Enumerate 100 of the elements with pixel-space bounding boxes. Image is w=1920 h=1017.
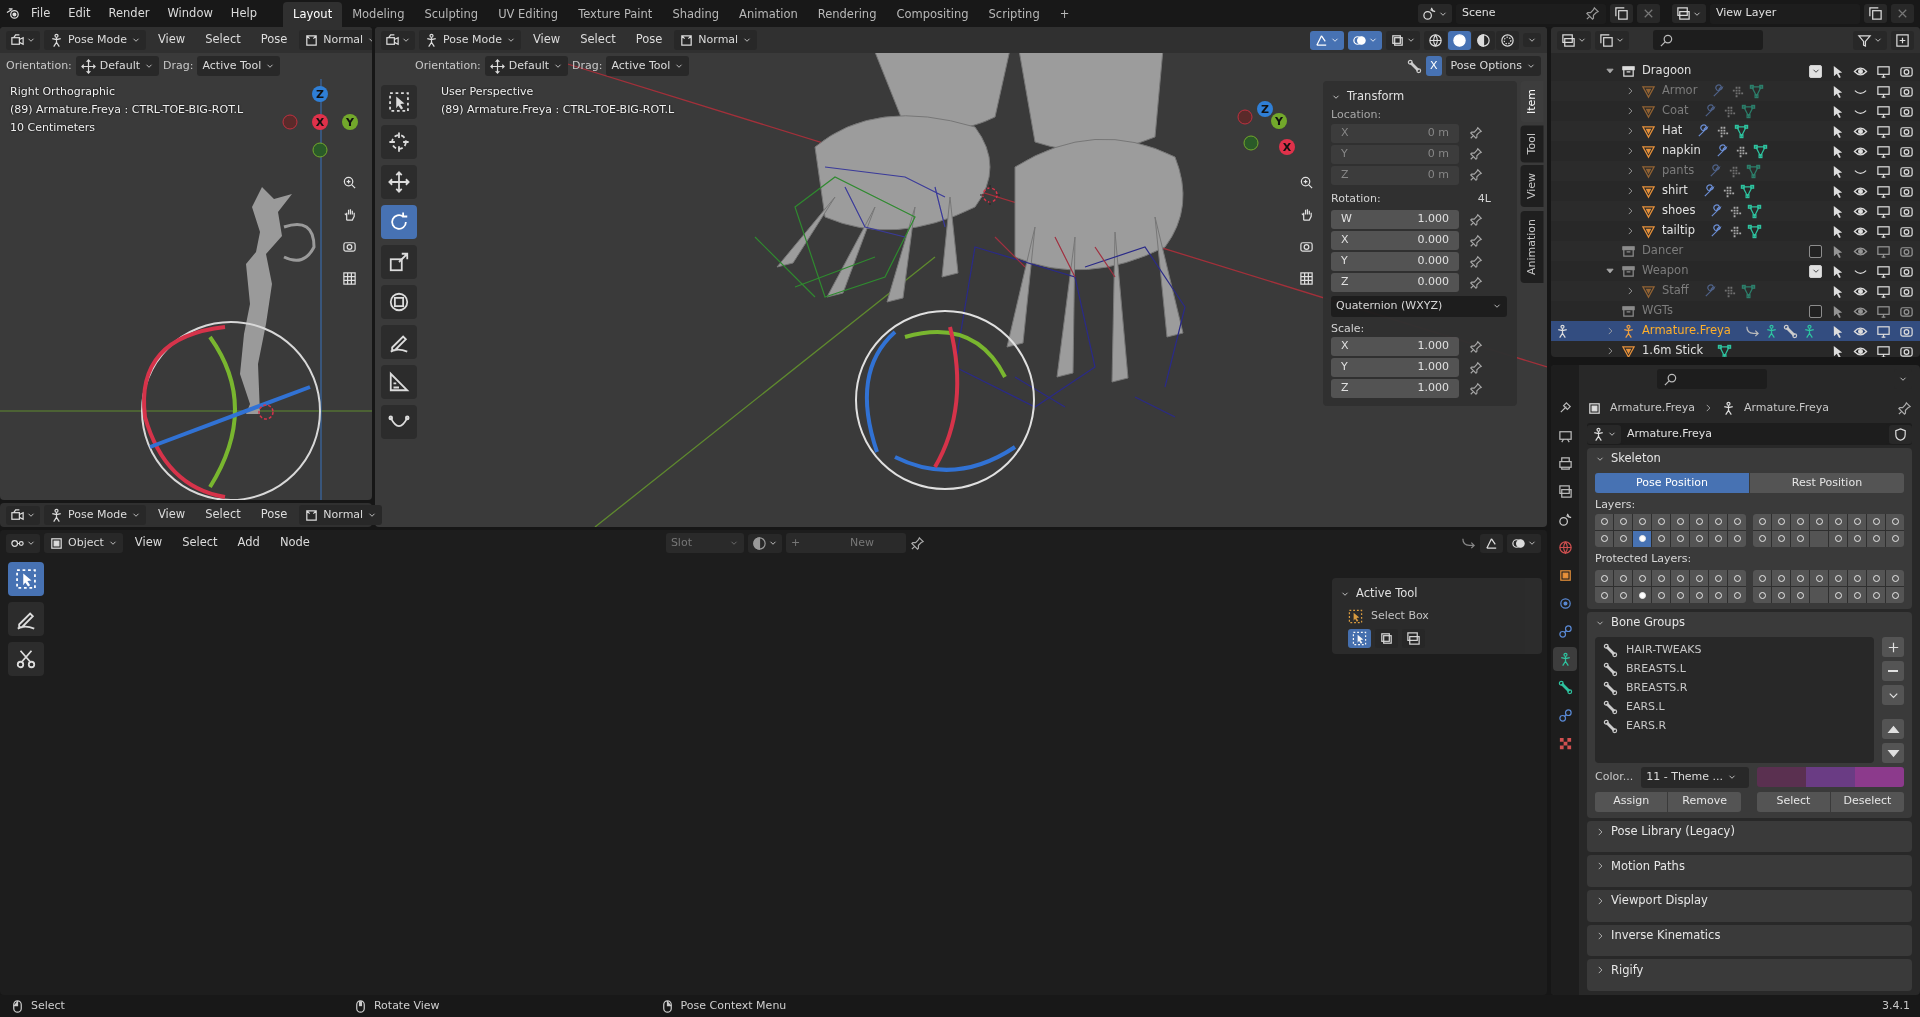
outliner-row[interactable]: napkin xyxy=(1551,141,1920,161)
outliner-item-name[interactable]: Armature.Freya xyxy=(1640,322,1733,340)
menu-button[interactable]: File xyxy=(23,2,59,25)
menu-button[interactable]: Pose xyxy=(252,29,296,51)
scene-field[interactable]: Scene xyxy=(1456,3,1606,24)
action-button[interactable]: Remove xyxy=(1668,791,1741,812)
menu-button[interactable]: Select xyxy=(572,29,624,51)
workspace-tab[interactable]: Rendering xyxy=(807,1,887,27)
pose-toggle-button[interactable]: Pose Position xyxy=(1595,473,1749,493)
orientation-label: Orientation: xyxy=(6,57,72,74)
workspace-tab[interactable]: Scripting xyxy=(978,1,1050,27)
orientation-label: Orientation: xyxy=(415,57,481,74)
action-button[interactable]: Deselect xyxy=(1830,791,1904,812)
menu-button[interactable]: Node xyxy=(271,532,318,554)
axis-handle[interactable]: X xyxy=(1279,139,1295,155)
menu-button[interactable]: Select xyxy=(174,532,226,554)
drag-dropdown[interactable]: Active Tool xyxy=(197,55,281,77)
panel-header[interactable]: Bone Groups xyxy=(1595,613,1904,633)
number-field[interactable]: X 1.000 xyxy=(1331,337,1459,356)
menu-button[interactable]: View xyxy=(126,532,171,554)
workspace-tab[interactable]: Sculpting xyxy=(414,1,489,27)
outliner-row[interactable]: Coat xyxy=(1551,101,1920,121)
number-field[interactable]: X 0.000 xyxy=(1331,231,1459,250)
drag-dropdown[interactable]: Active Tool xyxy=(606,55,690,77)
outliner-item-name[interactable]: napkin xyxy=(1660,142,1703,160)
x-mirror-toggle[interactable]: X xyxy=(1426,55,1442,77)
panel-title: Active Tool xyxy=(1356,585,1418,603)
orientation-dropdown[interactable]: Default xyxy=(484,55,568,77)
outliner-row[interactable]: Armature.Freya xyxy=(1551,321,1920,341)
sidebar-tab[interactable]: Tool xyxy=(1521,125,1544,163)
outliner-item-name[interactable]: Hat xyxy=(1660,122,1685,140)
orientation-dropdown[interactable]: Normal xyxy=(299,29,372,51)
outliner-item-name[interactable]: WGTs xyxy=(1640,302,1675,320)
panel-title: Transform xyxy=(1347,88,1405,106)
rotation-mode-dropdown[interactable]: Quaternion (WXYZ) xyxy=(1331,296,1507,317)
outliner-row[interactable]: Weapon xyxy=(1551,261,1920,281)
menu-button[interactable]: View xyxy=(524,29,569,51)
add-workspace-button[interactable]: + xyxy=(1049,1,1080,27)
outliner-item-name[interactable]: 1.6m Stick xyxy=(1640,342,1706,357)
sidebar-tab[interactable]: View xyxy=(1521,165,1544,208)
axis-handle[interactable]: Z xyxy=(312,86,328,102)
mode-dropdown[interactable]: Pose Mode xyxy=(44,504,146,526)
workspace-tab[interactable]: Compositing xyxy=(886,1,979,27)
axis-handle[interactable]: X xyxy=(312,114,328,130)
menu-button[interactable]: Select xyxy=(197,504,249,526)
workspace-tab[interactable]: Animation xyxy=(729,1,808,27)
mode-dropdown[interactable]: Pose Mode xyxy=(44,29,146,51)
orientation-dropdown[interactable]: Normal xyxy=(674,29,758,51)
menu-button[interactable]: Add xyxy=(229,532,268,554)
outliner-row[interactable]: shirt xyxy=(1551,181,1920,201)
pose-toggle-button[interactable]: Rest Position xyxy=(1750,473,1904,493)
menu-button[interactable]: Pose xyxy=(627,29,671,51)
outliner-item-name[interactable]: Coat xyxy=(1660,102,1691,120)
menu-button[interactable]: Window xyxy=(159,2,221,25)
menu-button[interactable]: Select xyxy=(197,29,249,51)
outliner-item-name[interactable]: Dragoon xyxy=(1640,62,1694,80)
outliner-item-name[interactable]: shoes xyxy=(1660,202,1698,220)
workspace-tab[interactable]: Layout xyxy=(283,1,343,27)
version-text: 3.4.1 xyxy=(1882,997,1910,1014)
workspace-tab[interactable]: Modeling xyxy=(342,1,415,27)
view-layer-field[interactable]: View Layer xyxy=(1710,3,1860,24)
section-label: Location: xyxy=(1331,108,1382,121)
menu-button[interactable]: View xyxy=(149,504,194,526)
axis-handle[interactable]: Y xyxy=(342,114,358,130)
orientation-dropdown[interactable]: Default xyxy=(75,55,159,77)
bone-group-name: BREASTS.R xyxy=(1626,680,1688,697)
outliner-item-name[interactable]: tailtip xyxy=(1660,222,1697,240)
number-field[interactable]: W 1.000 xyxy=(1331,210,1459,229)
menu-button[interactable]: Help xyxy=(222,2,266,25)
outliner-row[interactable]: tailtip xyxy=(1551,221,1920,241)
pose-options-dropdown[interactable]: Pose Options xyxy=(1445,55,1541,77)
number-field[interactable]: Y 0.000 xyxy=(1331,252,1459,271)
menu-button[interactable]: View xyxy=(149,29,194,51)
menu-button[interactable]: Pose xyxy=(252,504,296,526)
panel-header[interactable]: Skeleton xyxy=(1595,449,1904,469)
status-hint: Rotate View xyxy=(373,997,440,1014)
workspace-tab[interactable]: Texture Paint xyxy=(568,1,663,27)
menu-button[interactable]: Render xyxy=(100,2,158,25)
mode-dropdown[interactable]: Pose Mode xyxy=(419,29,521,51)
outliner-row[interactable]: WGTs xyxy=(1551,301,1920,321)
workspace-tab[interactable]: UV Editing xyxy=(488,1,569,27)
menu-button[interactable]: Edit xyxy=(60,2,99,25)
action-button[interactable]: Select xyxy=(1756,791,1830,812)
viewport-info-text: (89) Armature.Freya : CTRL-TOE-BIG-ROT.L xyxy=(441,102,675,118)
number-field[interactable]: Z 0.000 xyxy=(1331,273,1459,292)
axis-handle[interactable]: Z xyxy=(1257,101,1273,117)
number-field[interactable]: Z 1.000 xyxy=(1331,379,1459,398)
outliner-item-name[interactable]: Weapon xyxy=(1640,262,1691,280)
outliner-row[interactable]: 1.6m Stick xyxy=(1551,341,1920,357)
number-field[interactable]: Y 1.000 xyxy=(1331,358,1459,377)
data-type-dropdown[interactable]: Object xyxy=(44,532,123,554)
workspace-tab[interactable]: Shading xyxy=(662,1,730,27)
color-set-label: Color... xyxy=(1595,769,1634,785)
outliner-row[interactable]: Dragoon xyxy=(1551,61,1920,81)
action-button[interactable]: Assign xyxy=(1595,791,1668,812)
axis-handle[interactable]: Y xyxy=(1271,113,1287,129)
outliner-item-name[interactable]: shirt xyxy=(1660,182,1690,200)
sidebar-tab[interactable]: Animation xyxy=(1521,210,1544,283)
color-set-dropdown[interactable]: 11 - Theme ... xyxy=(1641,767,1750,788)
orientation-dropdown[interactable]: Normal xyxy=(299,504,383,526)
